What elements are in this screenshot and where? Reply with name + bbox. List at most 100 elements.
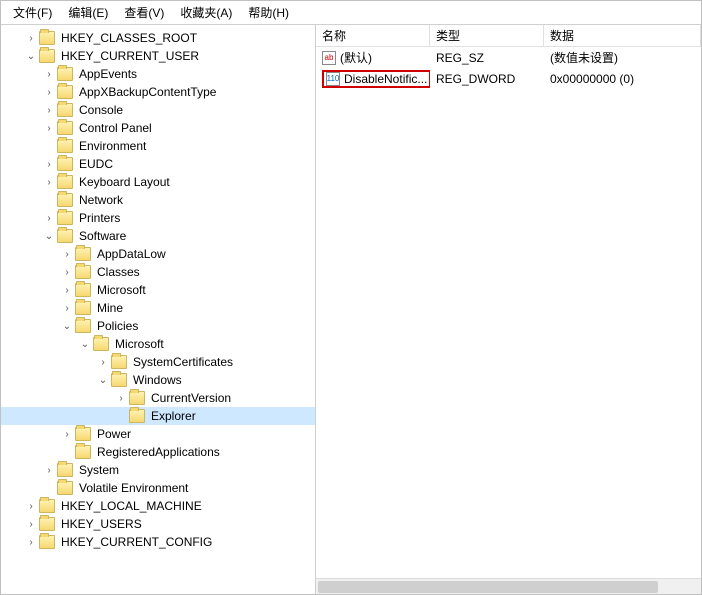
tree-node-label: AppXBackupContentType bbox=[77, 85, 218, 99]
tree-node[interactable]: › HKEY_LOCAL_MACHINE bbox=[1, 497, 315, 515]
menu-view[interactable]: 查看(V) bbox=[116, 2, 172, 23]
chevron-down-icon[interactable]: ⌄ bbox=[59, 321, 75, 332]
chevron-right-icon[interactable]: › bbox=[23, 501, 39, 512]
folder-icon bbox=[111, 355, 127, 369]
folder-icon bbox=[57, 139, 73, 153]
cell-type: REG_SZ bbox=[430, 51, 544, 65]
tree-node[interactable]: ›System bbox=[1, 461, 315, 479]
list-row[interactable]: 110DisableNotific...REG_DWORD0x00000000 … bbox=[316, 68, 701, 89]
chevron-right-icon[interactable]: › bbox=[41, 69, 57, 80]
cell-data: 0x00000000 (0) bbox=[544, 72, 701, 86]
folder-icon bbox=[57, 211, 73, 225]
chevron-right-icon[interactable]: › bbox=[59, 249, 75, 260]
folder-icon bbox=[129, 409, 145, 423]
chevron-down-icon[interactable]: ⌄ bbox=[23, 51, 39, 62]
folder-icon bbox=[57, 121, 73, 135]
tree-node[interactable]: › CurrentVersion bbox=[1, 389, 315, 407]
folder-icon bbox=[75, 445, 91, 459]
chevron-right-icon[interactable]: › bbox=[41, 213, 57, 224]
tree-node[interactable]: › Classes bbox=[1, 263, 315, 281]
list-row[interactable]: ab(默认)REG_SZ(数值未设置) bbox=[316, 47, 701, 68]
tree-node[interactable]: ›Printers bbox=[1, 209, 315, 227]
chevron-right-icon[interactable]: › bbox=[23, 519, 39, 530]
tree-node[interactable]: ›HKEY_CURRENT_CONFIG bbox=[1, 533, 315, 551]
folder-icon bbox=[57, 85, 73, 99]
chevron-right-icon[interactable]: › bbox=[59, 267, 75, 278]
tree-node[interactable]: ›HKEY_USERS bbox=[1, 515, 315, 533]
folder-icon bbox=[39, 31, 55, 45]
tree-node[interactable]: ›Volatile Environment bbox=[1, 479, 315, 497]
tree-node[interactable]: ⌄Software bbox=[1, 227, 315, 245]
chevron-right-icon[interactable]: › bbox=[41, 159, 57, 170]
menu-edit[interactable]: 编辑(E) bbox=[60, 2, 116, 23]
tree-node[interactable]: ›SystemCertificates bbox=[1, 353, 315, 371]
col-header-data[interactable]: 数据 bbox=[544, 25, 701, 46]
tree-node[interactable]: ⌄HKEY_CURRENT_USER bbox=[1, 47, 315, 65]
tree-node[interactable]: ›Control Panel bbox=[1, 119, 315, 137]
tree-node-label: Power bbox=[95, 427, 133, 441]
folder-icon bbox=[39, 517, 55, 531]
tree-node[interactable]: › AppXBackupContentType bbox=[1, 83, 315, 101]
chevron-right-icon[interactable]: › bbox=[41, 465, 57, 476]
folder-icon bbox=[75, 247, 91, 261]
tree-node-label: Classes bbox=[95, 265, 142, 279]
registry-tree-pane[interactable]: ›HKEY_CLASSES_ROOT⌄HKEY_CURRENT_USER›App… bbox=[1, 25, 316, 594]
tree-node[interactable]: ›AppEvents bbox=[1, 65, 315, 83]
tree-node-label: RegisteredApplications bbox=[95, 445, 222, 459]
chevron-right-icon[interactable]: › bbox=[113, 393, 129, 404]
horizontal-scrollbar[interactable] bbox=[316, 578, 701, 594]
tree-node-label: Explorer bbox=[149, 409, 198, 423]
list-body: ab(默认)REG_SZ(数值未设置)110DisableNotific...R… bbox=[316, 47, 701, 89]
tree-node-label: Network bbox=[77, 193, 125, 207]
tree-node[interactable]: ⌄Policies bbox=[1, 317, 315, 335]
menu-favorites[interactable]: 收藏夹(A) bbox=[172, 2, 240, 23]
chevron-right-icon[interactable]: › bbox=[41, 105, 57, 116]
tree-node[interactable]: ⌄Microsoft bbox=[1, 335, 315, 353]
highlighted-value: 110DisableNotific... bbox=[322, 70, 430, 88]
menu-file[interactable]: 文件(F) bbox=[5, 2, 60, 23]
tree-node[interactable]: › Power bbox=[1, 425, 315, 443]
tree-node-label: Environment bbox=[77, 139, 148, 153]
chevron-right-icon[interactable]: › bbox=[95, 357, 111, 368]
dword-value-icon: 110 bbox=[326, 72, 340, 86]
chevron-down-icon[interactable]: ⌄ bbox=[41, 231, 57, 242]
chevron-right-icon[interactable]: › bbox=[59, 429, 75, 440]
tree-node-label: CurrentVersion bbox=[149, 391, 233, 405]
col-header-name[interactable]: 名称 bbox=[316, 25, 430, 46]
chevron-down-icon[interactable]: ⌄ bbox=[77, 339, 93, 350]
chevron-right-icon[interactable]: › bbox=[41, 87, 57, 98]
tree-node[interactable]: ›RegisteredApplications bbox=[1, 443, 315, 461]
tree-node-label: HKEY_LOCAL_MACHINE bbox=[59, 499, 204, 513]
col-header-type[interactable]: 类型 bbox=[430, 25, 544, 46]
chevron-right-icon[interactable]: › bbox=[41, 123, 57, 134]
chevron-down-icon[interactable]: ⌄ bbox=[95, 375, 111, 386]
tree-node[interactable]: ›Mine bbox=[1, 299, 315, 317]
folder-icon bbox=[57, 229, 73, 243]
tree-node[interactable]: ›Console bbox=[1, 101, 315, 119]
tree-node[interactable]: ›AppDataLow bbox=[1, 245, 315, 263]
folder-icon bbox=[93, 337, 109, 351]
chevron-right-icon[interactable]: › bbox=[41, 177, 57, 188]
tree-node[interactable]: ›Keyboard Layout bbox=[1, 173, 315, 191]
folder-icon bbox=[57, 157, 73, 171]
tree-node[interactable]: ›Explorer bbox=[1, 407, 315, 425]
tree-node[interactable]: ⌄Windows bbox=[1, 371, 315, 389]
tree-node[interactable]: › HKEY_CLASSES_ROOT bbox=[1, 29, 315, 47]
tree-node[interactable]: ›Environment bbox=[1, 137, 315, 155]
folder-icon bbox=[39, 535, 55, 549]
folder-icon bbox=[75, 283, 91, 297]
cell-type: REG_DWORD bbox=[430, 72, 544, 86]
menu-help[interactable]: 帮助(H) bbox=[240, 2, 297, 23]
chevron-right-icon[interactable]: › bbox=[23, 33, 39, 44]
registry-values-pane: 名称 类型 数据 ab(默认)REG_SZ(数值未设置)110DisableNo… bbox=[316, 25, 701, 594]
chevron-right-icon[interactable]: › bbox=[59, 303, 75, 314]
chevron-right-icon[interactable]: › bbox=[59, 285, 75, 296]
tree-node-label: Volatile Environment bbox=[77, 481, 190, 495]
horizontal-scrollbar-thumb[interactable] bbox=[318, 581, 658, 593]
chevron-right-icon[interactable]: › bbox=[23, 537, 39, 548]
folder-icon bbox=[75, 301, 91, 315]
tree-node-label: HKEY_CLASSES_ROOT bbox=[59, 31, 199, 45]
tree-node[interactable]: ›Network bbox=[1, 191, 315, 209]
tree-node[interactable]: ›EUDC bbox=[1, 155, 315, 173]
tree-node[interactable]: ›Microsoft bbox=[1, 281, 315, 299]
